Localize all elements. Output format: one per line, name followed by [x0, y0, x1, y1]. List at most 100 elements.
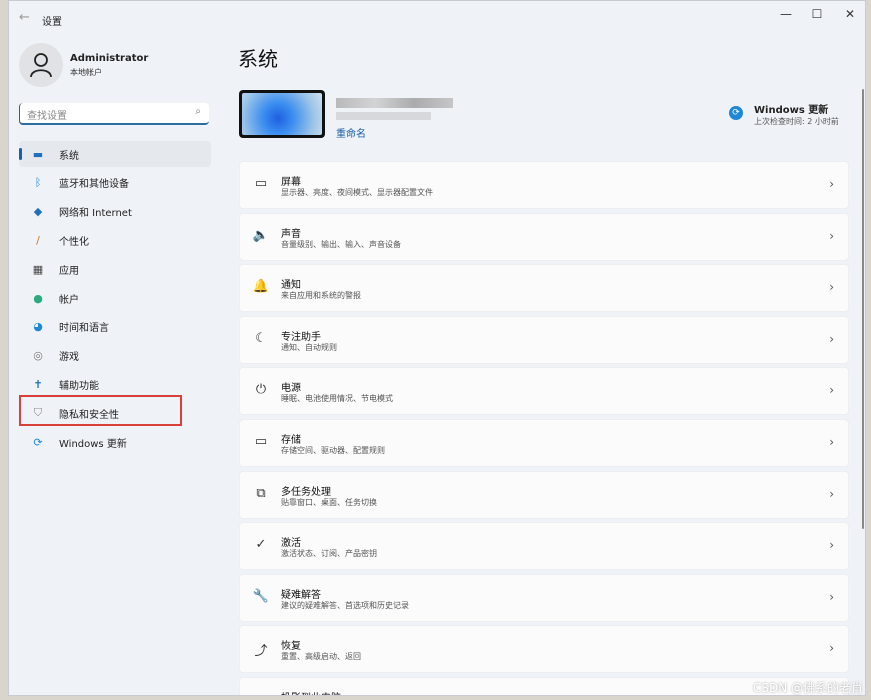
sidebar-item-7[interactable]: ◎ 游戏: [19, 343, 211, 369]
settings-card-3[interactable]: ☾ 专注助手 通知、自动规则 ›: [239, 315, 849, 364]
settings-card-5[interactable]: ▭ 存储 存储空间、驱动器、配置规则 ›: [239, 419, 849, 467]
update-icon[interactable]: ⟳: [729, 106, 743, 120]
sidebar-item-label: 辅助功能: [59, 380, 99, 392]
card-subtitle: 音量级别、输出、输入、声音设备: [281, 239, 401, 249]
person-icon: ●: [33, 291, 43, 305]
sidebar-item-label: 蓝牙和其他设备: [59, 179, 129, 191]
settings-card-0[interactable]: ▭ 屏幕 显示器、亮度、夜间模式、显示器配置文件 ›: [239, 161, 849, 209]
monitor-icon: ▭: [254, 176, 268, 191]
sidebar-item-label: 网络和 Internet: [59, 208, 132, 220]
settings-window: ← 设置 — ☐ ✕ Administrator 本地帐户 查找设置 ⌕ ▬ 系统…: [8, 0, 866, 696]
settings-card-8[interactable]: 🔧 疑难解答 建议的疑难解答、首选项和历史记录 ›: [239, 573, 849, 622]
multitask-icon: ⧉: [256, 485, 266, 501]
sidebar-item-3[interactable]: / 个性化: [19, 227, 211, 253]
accessibility-icon: ✝: [33, 377, 43, 391]
card-subtitle: 来自应用和系统的警报: [281, 291, 361, 301]
card-title: 专注助手: [281, 331, 321, 343]
settings-card-1[interactable]: 🔈 声音 音量级别、输出、输入、声音设备 ›: [239, 212, 849, 261]
apps-icon: ▦: [32, 262, 44, 276]
sidebar-item-label: Windows 更新: [59, 438, 127, 450]
chevron-right-icon: ›: [829, 641, 834, 656]
sidebar-item-label: 应用: [59, 265, 79, 277]
moon-icon: ☾: [255, 330, 267, 346]
card-title: 恢复: [281, 641, 301, 653]
chevron-right-icon: ›: [829, 589, 834, 604]
settings-card-9[interactable]: ⤴ 恢复 重置、高级启动、返回 ›: [239, 625, 849, 674]
sidebar-item-label: 游戏: [59, 352, 79, 364]
settings-card-4[interactable]: ⏻ 电源 睡眠、电池使用情况、节电模式 ›: [239, 367, 849, 416]
card-title: 电源: [281, 383, 301, 395]
sidebar-item-label: 系统: [59, 150, 79, 162]
card-title: 疑难解答: [281, 589, 321, 601]
sidebar-item-0[interactable]: ▬ 系统: [19, 141, 211, 167]
chevron-right-icon: ›: [829, 331, 834, 346]
device-model-blurred: [336, 112, 431, 120]
check-circle-icon: ✓: [255, 537, 267, 553]
search-placeholder: 查找设置: [27, 111, 67, 122]
account-type: 本地帐户: [70, 68, 102, 77]
sidebar-item-10[interactable]: ⟳ Windows 更新: [19, 429, 211, 455]
card-title: 多任务处理: [281, 486, 331, 498]
card-title: 通知: [281, 280, 301, 292]
sidebar-item-label: 个性化: [59, 236, 89, 248]
card-subtitle: 贴靠窗口、桌面、任务切换: [281, 497, 377, 507]
search-input[interactable]: 查找设置 ⌕: [19, 103, 209, 125]
device-name-blurred: [336, 98, 453, 108]
sidebar-item-4[interactable]: ▦ 应用: [19, 256, 211, 282]
highlight-box: [19, 395, 182, 426]
card-subtitle: 激活状态、订阅、产品密钥: [281, 549, 377, 559]
card-subtitle: 存储空间、驱动器、配置规则: [281, 446, 385, 455]
back-arrow-icon[interactable]: ←: [19, 10, 30, 25]
chevron-right-icon: ›: [829, 228, 834, 243]
card-subtitle: 重置、高级启动、返回: [281, 652, 361, 662]
sidebar-item-label: 时间和语言: [59, 323, 109, 335]
gamepad-icon: ◎: [33, 349, 43, 363]
minimize-button[interactable]: —: [771, 7, 801, 21]
brush-icon: /: [36, 233, 40, 247]
card-title: 激活: [281, 538, 301, 550]
watermark: CSDN @佛系的老肖: [752, 681, 863, 695]
update-icon: ⟳: [33, 435, 43, 449]
card-title: 存储: [281, 435, 301, 446]
card-title: 投影到此电脑: [281, 689, 341, 695]
sidebar-item-6[interactable]: ◕ 时间和语言: [19, 314, 211, 340]
globe-clock-icon: ◕: [33, 320, 43, 334]
wifi-icon: ◆: [33, 205, 43, 219]
device-image: [239, 90, 325, 138]
sidebar-item-label: 帐户: [59, 294, 79, 306]
close-button[interactable]: ✕: [835, 7, 865, 21]
display-icon: ▬: [32, 147, 44, 161]
maximize-button[interactable]: ☐: [802, 7, 832, 21]
speaker-icon: 🔈: [252, 227, 270, 243]
recovery-icon: ⤴: [254, 644, 268, 660]
chevron-right-icon: ›: [829, 280, 834, 295]
person-icon: [30, 53, 52, 78]
update-subtitle: 上次检查时间: 2 小时前: [754, 117, 839, 126]
rename-link[interactable]: 重命名: [336, 125, 366, 140]
sidebar-item-1[interactable]: ᛒ 蓝牙和其他设备: [19, 170, 211, 196]
user-name: Administrator: [70, 53, 149, 64]
avatar[interactable]: [19, 43, 63, 87]
chevron-right-icon: ›: [829, 435, 834, 449]
card-title: 声音: [281, 228, 301, 240]
settings-card-6[interactable]: ⧉ 多任务处理 贴靠窗口、桌面、任务切换 ›: [239, 470, 849, 519]
chevron-right-icon: ›: [829, 486, 834, 501]
update-title[interactable]: Windows 更新: [754, 101, 828, 116]
projector-icon: ▭: [252, 692, 270, 695]
bluetooth-icon: ᛒ: [34, 176, 42, 190]
scrollbar[interactable]: [862, 89, 864, 529]
sidebar-item-2[interactable]: ◆ 网络和 Internet: [19, 199, 211, 225]
card-subtitle: 通知、自动规则: [281, 342, 337, 352]
page-title: 系统: [238, 47, 278, 71]
chevron-right-icon: ›: [829, 177, 834, 191]
settings-card-7[interactable]: ✓ 激活 激活状态、订阅、产品密钥 ›: [239, 522, 849, 571]
sidebar-item-5[interactable]: ● 帐户: [19, 285, 211, 311]
search-icon: ⌕: [195, 106, 201, 117]
bell-icon: 🔔: [252, 279, 270, 295]
card-subtitle: 建议的疑难解答、首选项和历史记录: [281, 600, 409, 610]
settings-card-2[interactable]: 🔔 通知 来自应用和系统的警报 ›: [239, 264, 849, 313]
sidebar-item-8[interactable]: ✝ 辅助功能: [19, 371, 211, 397]
power-icon: ⏻: [255, 382, 267, 398]
selected-indicator: [19, 148, 22, 160]
chevron-right-icon: ›: [829, 383, 834, 398]
